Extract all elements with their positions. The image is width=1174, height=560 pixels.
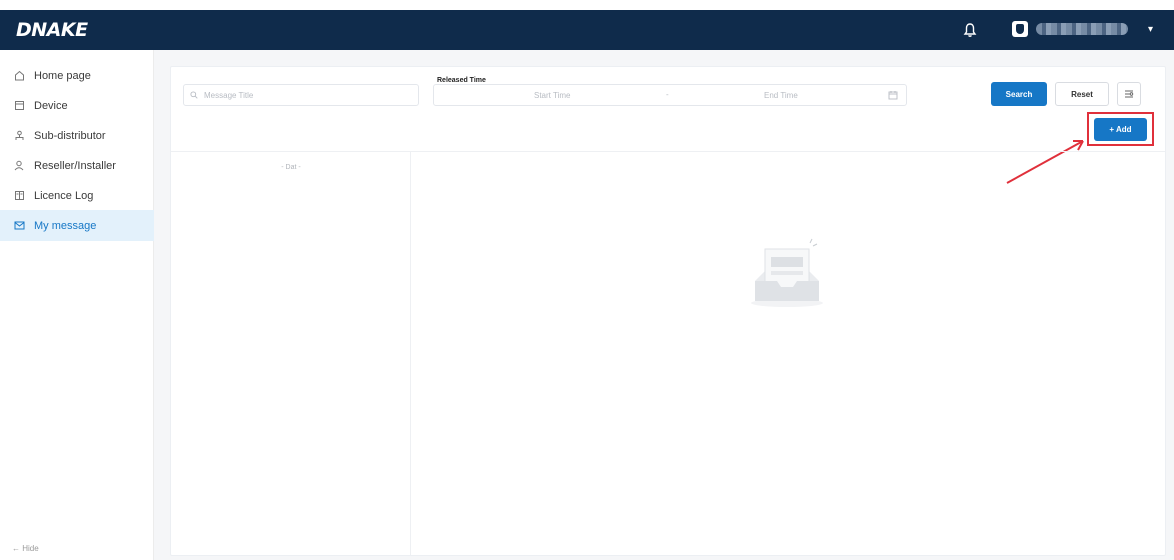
sidebar-item-label: Licence Log <box>34 189 94 202</box>
range-separator: - <box>666 90 669 99</box>
message-title-input[interactable]: Message Title <box>183 84 419 106</box>
log-icon <box>15 191 24 200</box>
end-time-input[interactable]: End Time <box>764 91 798 100</box>
sidebar-item-device[interactable]: Device <box>0 90 154 121</box>
hide-sidebar-button[interactable]: ← Hide <box>12 544 39 553</box>
search-icon <box>190 91 198 99</box>
calendar-icon[interactable] <box>888 90 898 100</box>
sidebar: Home page Device Sub-distributor Reselle… <box>0 50 154 560</box>
sidebar-item-label: Home page <box>34 69 91 82</box>
released-time-label: Released Time <box>435 77 488 84</box>
sidebar-item-licence-log[interactable]: Licence Log <box>0 180 154 211</box>
brand-logo[interactable]: DNAKE <box>16 19 88 41</box>
sidebar-item-label: My message <box>34 219 97 232</box>
sidebar-item-reseller[interactable]: Reseller/Installer <box>0 150 154 181</box>
username-blurred[interactable] <box>1036 23 1128 35</box>
main-content: Message Title Start Time - End Time Rele… <box>154 50 1174 560</box>
top-bar: DNAKE ▾ <box>0 10 1174 50</box>
reset-button[interactable]: Reset <box>1055 82 1109 106</box>
message-panel: Message Title Start Time - End Time Rele… <box>170 66 1166 556</box>
bell-icon[interactable] <box>963 22 977 38</box>
user-tree-icon <box>15 130 24 140</box>
sidebar-item-my-message[interactable]: My message <box>0 210 154 241</box>
message-title-placeholder: Message Title <box>204 90 254 100</box>
hide-label: Hide <box>22 544 39 553</box>
search-button[interactable]: Search <box>991 82 1047 106</box>
user-avatar-icon[interactable] <box>1012 21 1028 37</box>
filter-list-icon <box>1125 90 1134 98</box>
user-icon <box>14 160 24 171</box>
chevron-down-icon[interactable]: ▾ <box>1148 24 1153 35</box>
red-arrow-annotation <box>1006 140 1084 184</box>
mail-icon <box>14 221 25 230</box>
add-button[interactable]: + Add <box>1094 118 1147 141</box>
filter-toggle-button[interactable] <box>1117 82 1141 106</box>
device-icon <box>15 101 24 110</box>
released-time-range[interactable]: Start Time - End Time <box>433 84 907 106</box>
sidebar-item-sub-distributor[interactable]: Sub-distributor <box>0 120 154 151</box>
sidebar-item-label: Sub-distributor <box>34 129 106 142</box>
empty-inbox-icon <box>751 238 823 307</box>
app-root: DNAKE ▾ Home page Device Sub-distributor… <box>0 0 1174 560</box>
sidebar-item-label: Reseller/Installer <box>34 159 116 172</box>
list-empty-text: - Dat - <box>281 164 301 171</box>
home-icon <box>15 70 24 81</box>
message-list: - Dat - <box>171 152 411 555</box>
start-time-input[interactable]: Start Time <box>534 91 570 100</box>
sidebar-item-label: Device <box>34 99 68 112</box>
sidebar-item-home[interactable]: Home page <box>0 60 154 91</box>
arrow-left-icon: ← <box>12 544 23 553</box>
